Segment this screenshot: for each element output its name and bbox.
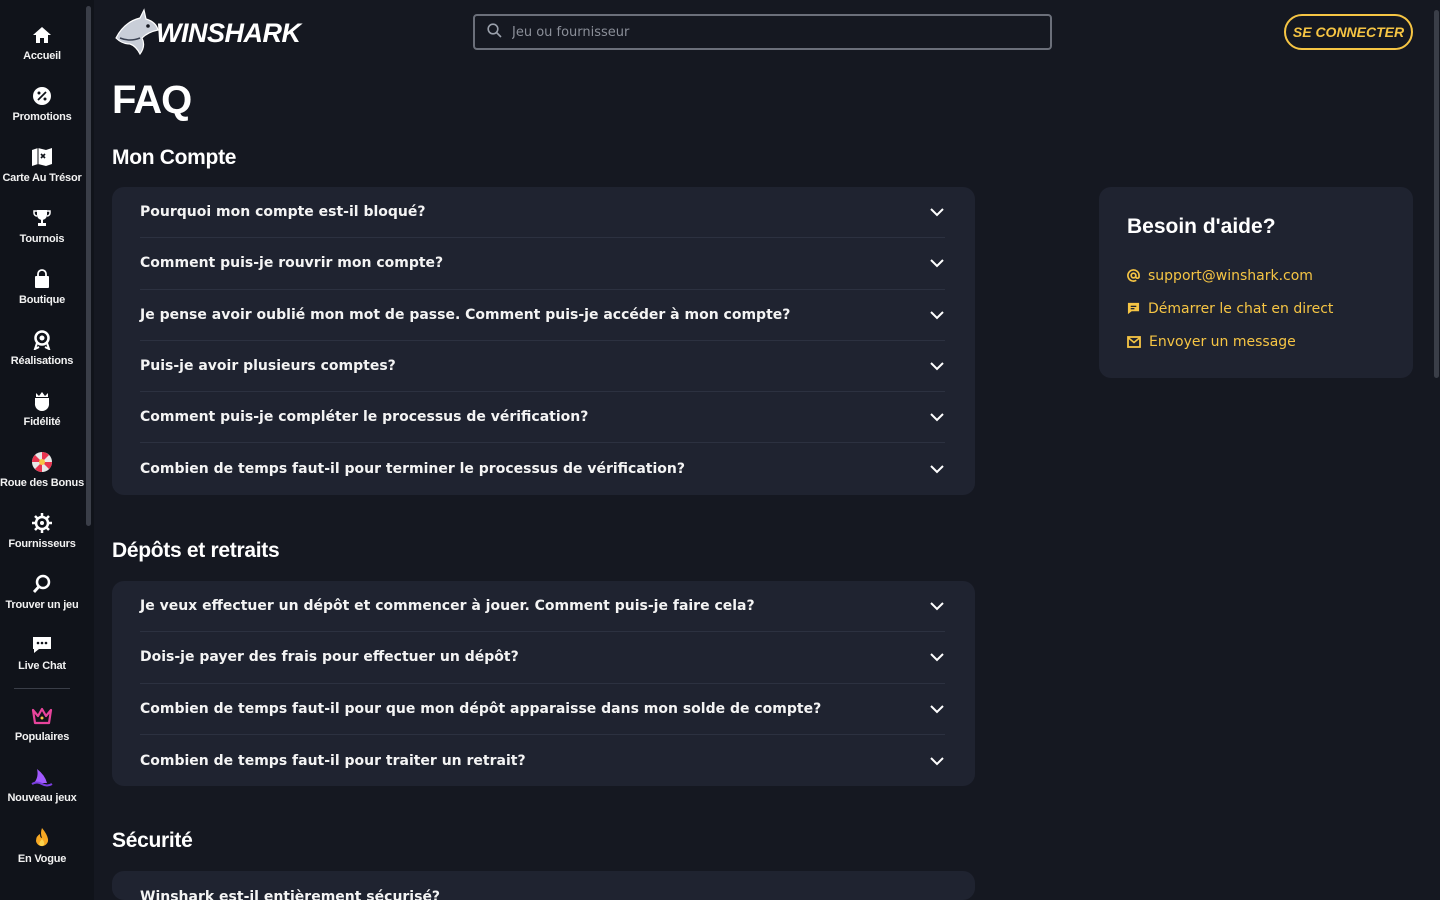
faq-item[interactable]: Comment puis-je compléter le processus d… — [140, 392, 945, 444]
section-title-securite: Sécurité — [112, 829, 193, 852]
wheel-icon — [31, 451, 53, 473]
sidebar-divider — [14, 688, 70, 689]
support-email: support@winshark.com — [1148, 267, 1313, 284]
shark-logo-icon — [115, 8, 159, 56]
chat-icon — [1127, 302, 1140, 315]
bag-icon — [31, 268, 53, 290]
page-scrollbar[interactable] — [1434, 10, 1439, 378]
chat-icon — [31, 634, 53, 656]
page-title: FAQ — [112, 78, 192, 122]
sidebar: Accueil Promotions Carte Au Trésor Tourn… — [0, 0, 94, 900]
chevron-down-icon — [930, 465, 944, 474]
chevron-down-icon — [930, 602, 944, 611]
faq-question: Dois-je payer des frais pour effectuer u… — [140, 649, 519, 666]
sidebar-item-trouver-un-jeu[interactable]: Trouver un jeu — [0, 571, 84, 627]
send-message-label: Envoyer un message — [1149, 333, 1296, 350]
sidebar-item-promotions[interactable]: Promotions — [0, 83, 84, 139]
search-input[interactable] — [512, 24, 1012, 40]
faq-item[interactable]: Pourquoi mon compte est-il bloqué? — [140, 187, 945, 239]
faq-question: Combien de temps faut-il pour terminer l… — [140, 461, 685, 478]
percent-icon — [31, 85, 53, 107]
gear-icon — [31, 512, 53, 534]
faq-item[interactable]: Combien de temps faut-il pour que mon dé… — [140, 684, 945, 735]
help-title: Besoin d'aide? — [1127, 215, 1276, 238]
sidebar-item-roue-des-bonus[interactable]: Roue des Bonus — [0, 449, 84, 505]
crown-shield-icon — [31, 390, 53, 412]
sidebar-item-en-vogue[interactable]: En Vogue — [0, 825, 84, 881]
medal-icon — [31, 329, 53, 351]
mail-icon — [1127, 335, 1141, 348]
faq-card-mon-compte: Pourquoi mon compte est-il bloqué? Comme… — [112, 187, 975, 495]
faq-item[interactable]: Puis-je avoir plusieurs comptes? — [140, 341, 945, 393]
faq-question: Comment puis-je rouvrir mon compte? — [140, 255, 444, 272]
faq-item[interactable]: Je veux effectuer un dépôt et commencer … — [140, 581, 945, 633]
faq-card-securite: Winshark est-il entièrement sécurisé? — [112, 871, 975, 900]
chevron-down-icon — [930, 756, 944, 765]
shark-fin-icon — [31, 766, 53, 788]
at-icon — [1127, 269, 1140, 282]
help-box: Besoin d'aide? support@winshark.com Déma… — [1099, 187, 1413, 378]
faq-question: Comment puis-je compléter le processus d… — [140, 409, 589, 426]
brand-name: WINSHARK — [156, 17, 301, 48]
search-icon — [31, 573, 53, 595]
chevron-down-icon — [930, 362, 944, 371]
send-message-link[interactable]: Envoyer un message — [1127, 325, 1385, 358]
faq-question: Pourquoi mon compte est-il bloqué? — [140, 204, 426, 221]
chevron-down-icon — [930, 311, 944, 320]
faq-item[interactable]: Combien de temps faut-il pour terminer l… — [140, 443, 945, 494]
sidebar-item-carte-au-tresor[interactable]: Carte Au Trésor — [0, 144, 84, 200]
sidebar-item-fidelite[interactable]: Fidélité — [0, 388, 84, 444]
support-email-link[interactable]: support@winshark.com — [1127, 259, 1385, 292]
chevron-down-icon — [930, 413, 944, 422]
sidebar-item-populaires[interactable]: Populaires — [0, 703, 84, 759]
search-bar[interactable] — [473, 14, 1052, 50]
sidebar-item-tournois[interactable]: Tournois — [0, 205, 84, 261]
sidebar-item-fournisseurs[interactable]: Fournisseurs — [0, 510, 84, 566]
chevron-down-icon — [930, 653, 944, 662]
faq-card-depots-retraits: Je veux effectuer un dépôt et commencer … — [112, 581, 975, 787]
faq-item[interactable]: Winshark est-il entièrement sécurisé? — [140, 889, 945, 900]
faq-item[interactable]: Je pense avoir oublié mon mot de passe. … — [140, 290, 945, 341]
chevron-down-icon — [930, 208, 944, 217]
sidebar-item-boutique[interactable]: Boutique — [0, 266, 84, 322]
faq-question: Je pense avoir oublié mon mot de passe. … — [140, 306, 791, 323]
crown-icon — [31, 705, 53, 727]
search-icon — [487, 22, 502, 42]
sidebar-item-realisations[interactable]: Réalisations — [0, 327, 84, 383]
map-icon — [31, 146, 53, 168]
faq-item[interactable]: Combien de temps faut-il pour traiter un… — [140, 735, 945, 786]
home-icon — [31, 24, 53, 46]
sidebar-item-nouveau-jeux[interactable]: Nouveau jeux — [0, 764, 84, 820]
live-chat-label: Démarrer le chat en direct — [1148, 300, 1334, 317]
sidebar-item-accueil[interactable]: Accueil — [0, 22, 84, 78]
flame-icon — [31, 827, 53, 849]
chevron-down-icon — [930, 705, 944, 714]
login-button[interactable]: SE CONNECTER — [1284, 14, 1413, 50]
faq-question: Combien de temps faut-il pour que mon dé… — [140, 700, 822, 717]
faq-item[interactable]: Dois-je payer des frais pour effectuer u… — [140, 632, 945, 684]
trophy-icon — [31, 207, 53, 229]
chevron-down-icon — [930, 259, 944, 268]
faq-question: Puis-je avoir plusieurs comptes? — [140, 358, 396, 375]
section-title-depots-retraits: Dépôts et retraits — [112, 539, 280, 562]
brand-logo[interactable]: WINSHARK — [112, 8, 301, 58]
faq-question: Winshark est-il entièrement sécurisé? — [140, 889, 441, 900]
faq-item[interactable]: Comment puis-je rouvrir mon compte? — [140, 238, 945, 290]
faq-question: Je veux effectuer un dépôt et commencer … — [140, 598, 755, 615]
sidebar-scrollbar[interactable] — [86, 6, 91, 526]
sidebar-item-live-chat[interactable]: Live Chat — [0, 632, 84, 688]
live-chat-link[interactable]: Démarrer le chat en direct — [1127, 292, 1385, 325]
section-title-mon-compte: Mon Compte — [112, 146, 237, 169]
faq-question: Combien de temps faut-il pour traiter un… — [140, 752, 526, 769]
